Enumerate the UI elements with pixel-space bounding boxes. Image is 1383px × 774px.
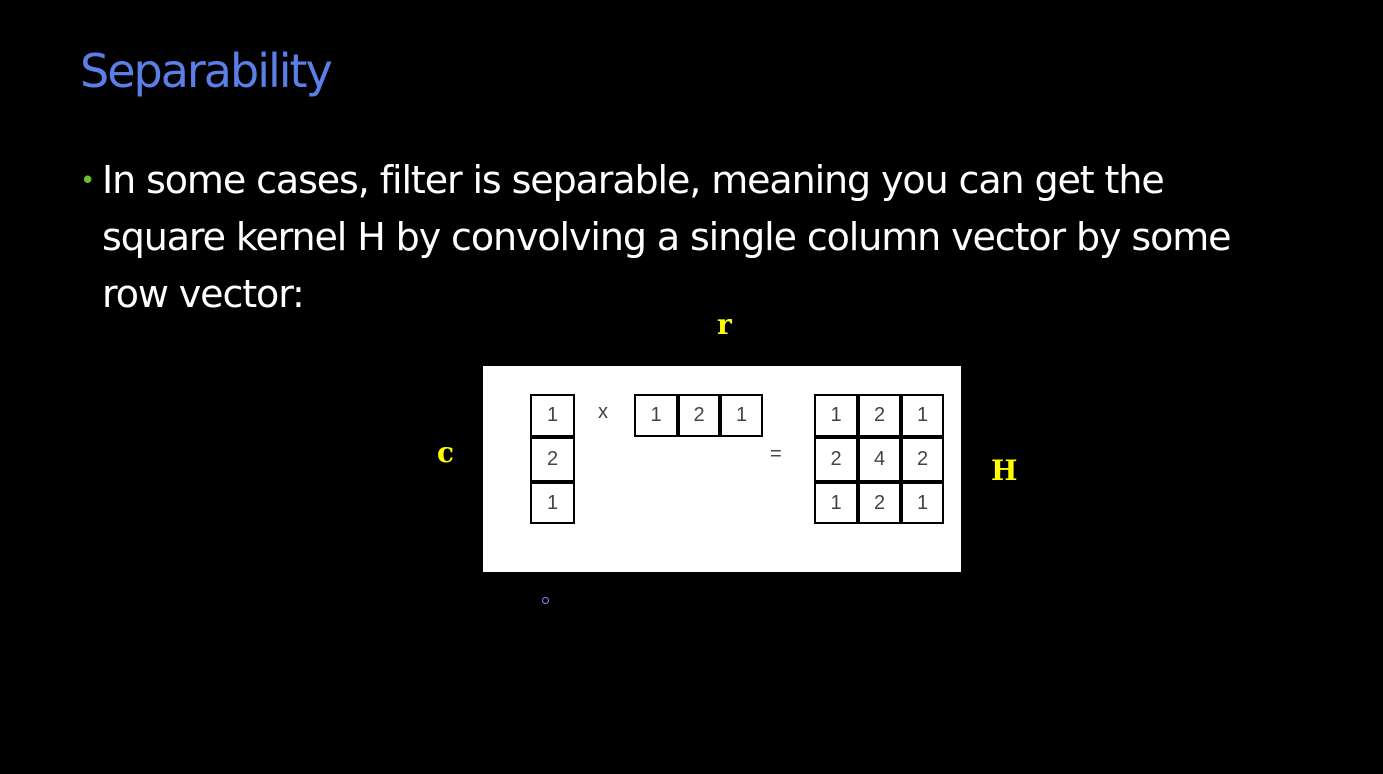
bullet-dot: • — [80, 166, 96, 196]
kernel-cell: 1 — [901, 482, 944, 524]
row-vector-cell: 2 — [678, 394, 720, 437]
column-vector-cell: 1 — [530, 482, 575, 524]
kernel-cell: 1 — [814, 482, 858, 524]
column-vector-cell: 1 — [530, 394, 575, 437]
slide-title: Separability — [80, 44, 333, 98]
equals-symbol: = — [770, 443, 782, 465]
bullet-text: In some cases, filter is separable, mean… — [102, 152, 1322, 323]
bullet-line-2: square kernel H by convolving a single c… — [102, 215, 1232, 259]
separable-filter-figure: 1 2 1 x 1 2 1 = 1 2 1 2 4 2 1 2 1 — [483, 366, 961, 572]
bullet-line-3: row vector: — [102, 272, 305, 316]
label-c: c — [437, 436, 455, 469]
row-vector-cell: 1 — [634, 394, 678, 437]
kernel-cell: 1 — [901, 394, 944, 437]
bullet-line-1: In some cases, filter is separable, mean… — [102, 158, 1165, 202]
label-r: r — [717, 308, 732, 341]
kernel-cell: 2 — [858, 482, 901, 524]
kernel-cell: 2 — [901, 437, 944, 482]
kernel-cell: 1 — [814, 394, 858, 437]
column-vector-cell: 2 — [530, 437, 575, 482]
kernel-cell: 2 — [814, 437, 858, 482]
small-circle-marker — [542, 597, 549, 604]
row-vector-cell: 1 — [720, 394, 763, 437]
kernel-cell: 4 — [858, 437, 901, 482]
times-symbol: x — [598, 401, 608, 423]
label-H: H — [991, 454, 1018, 487]
kernel-cell: 2 — [858, 394, 901, 437]
